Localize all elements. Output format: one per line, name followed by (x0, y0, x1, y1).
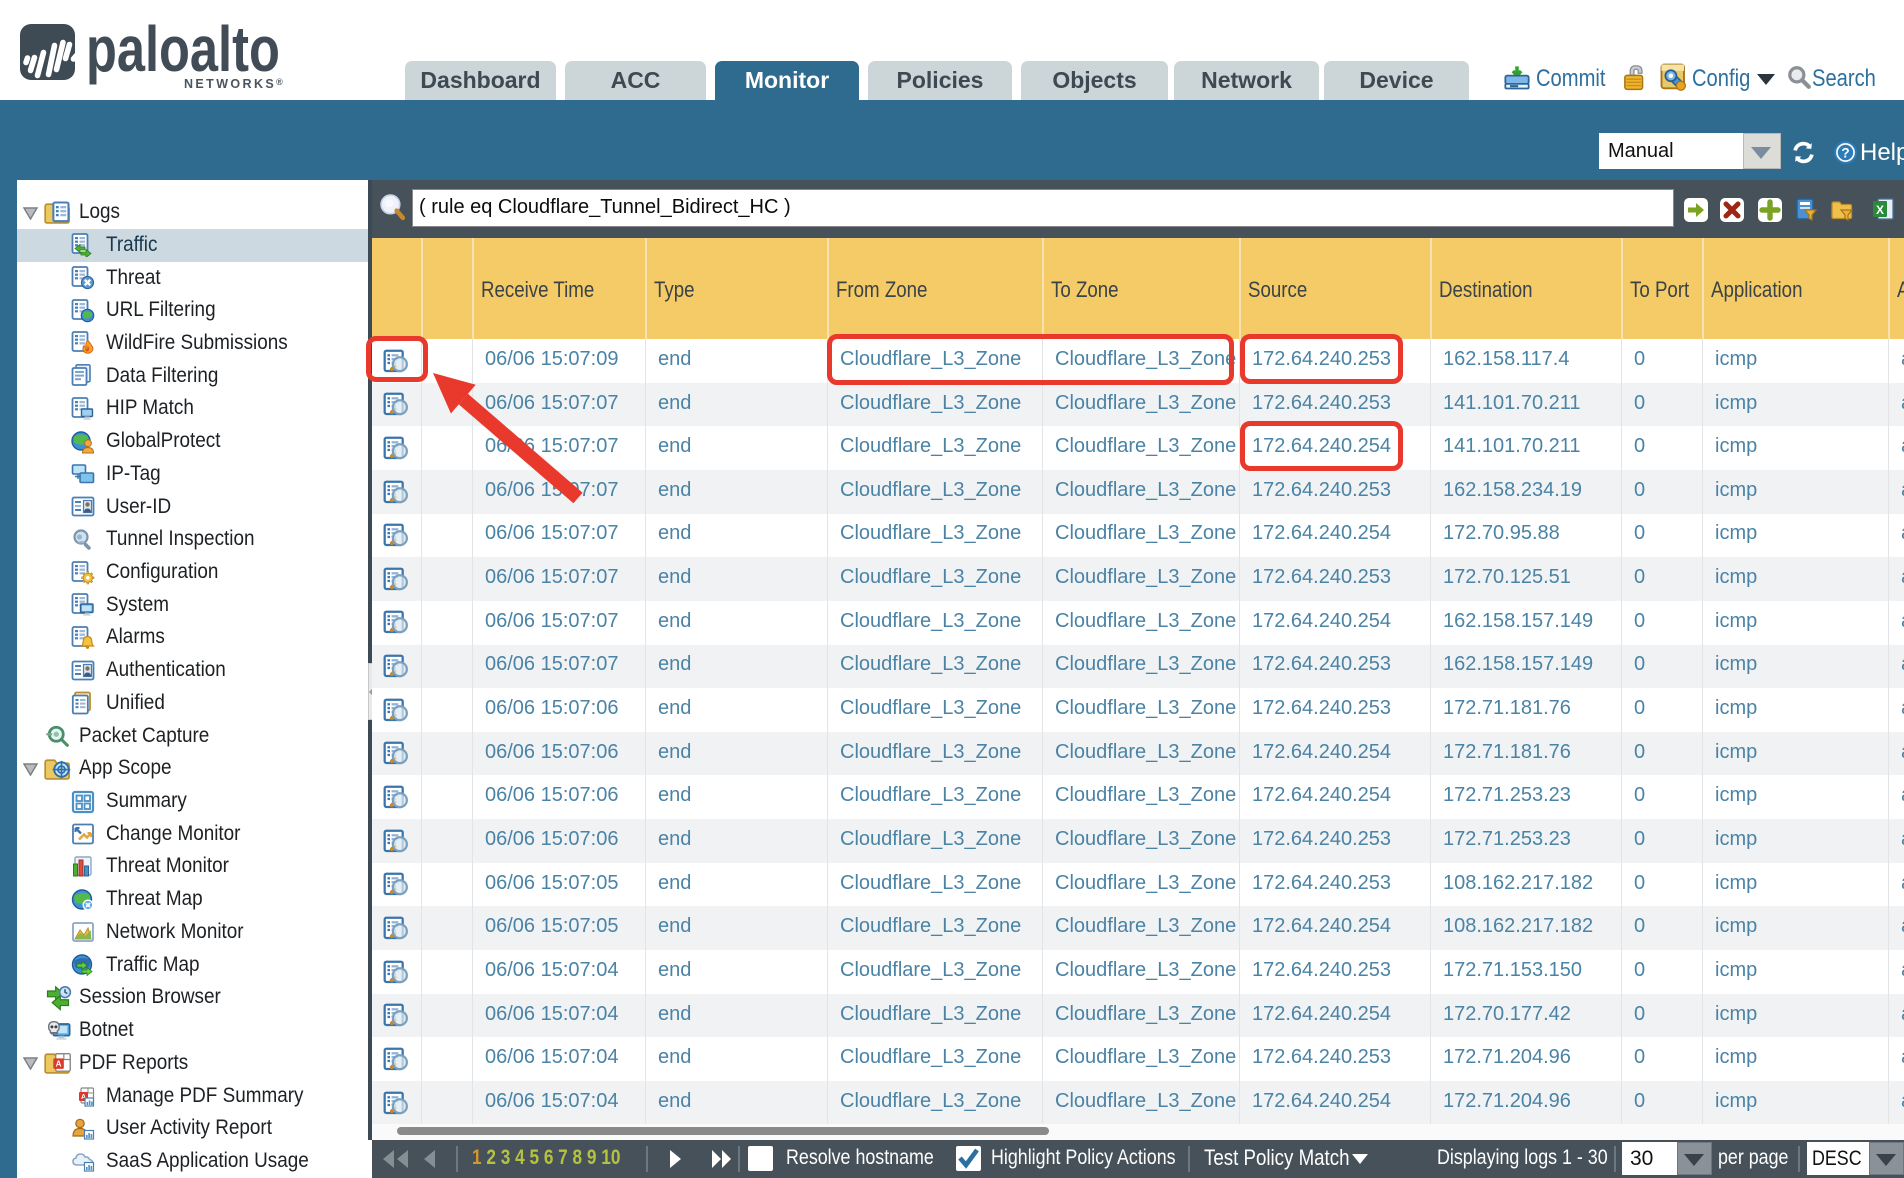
svg-text:X: X (1876, 203, 1884, 217)
svg-text:?: ? (1841, 146, 1849, 161)
svg-text:A: A (56, 1060, 62, 1069)
